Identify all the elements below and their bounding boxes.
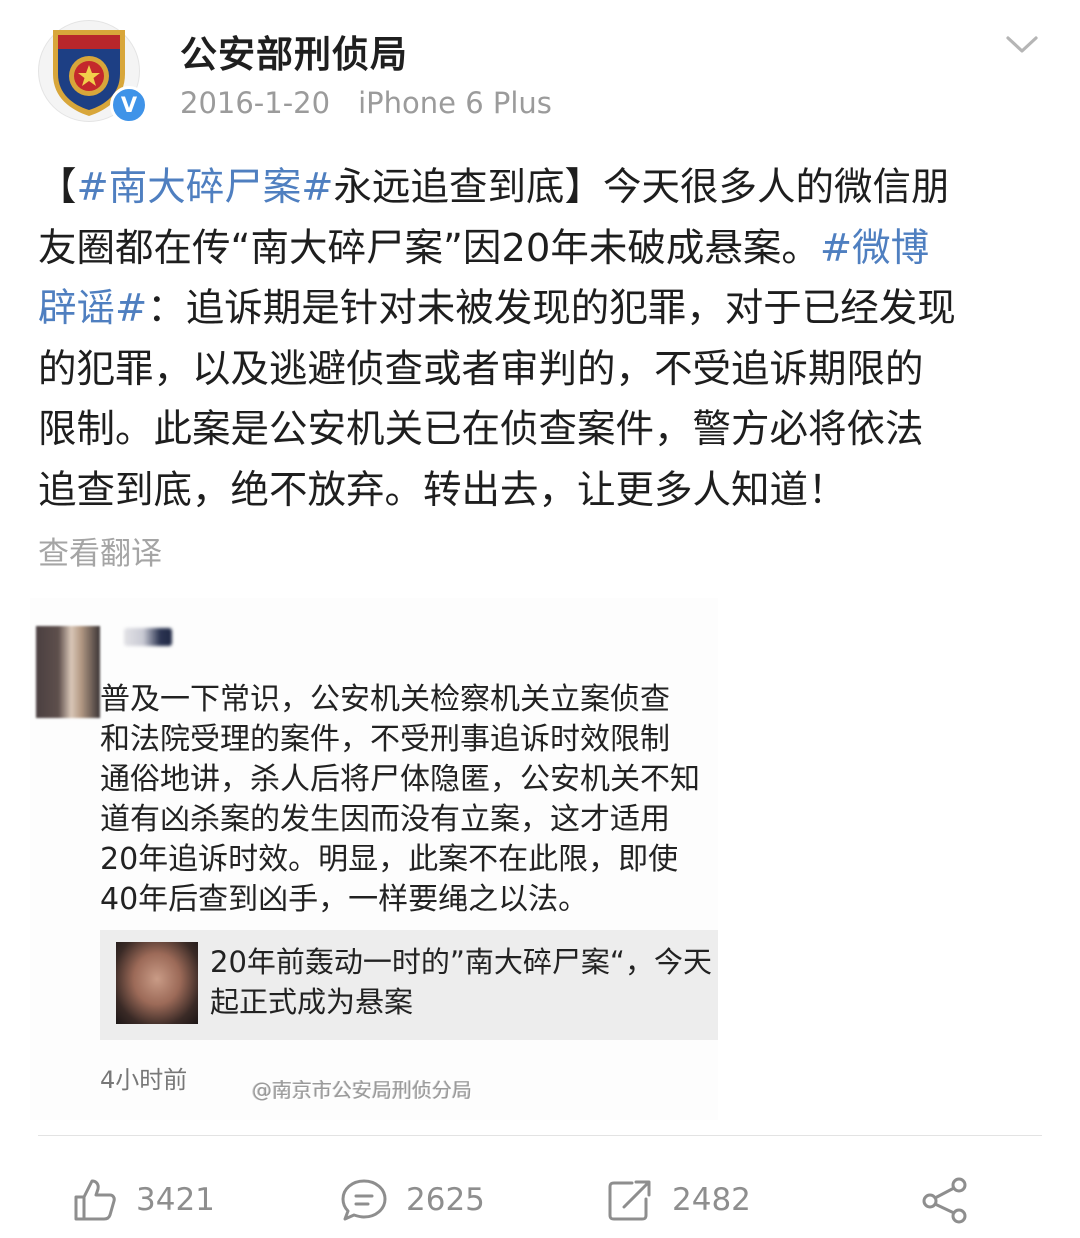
post-text-segment: 追查到底，绝不放弃。转出去，让更多人知道！ (38, 467, 847, 513)
post-source: iPhone 6 Plus (358, 86, 552, 120)
hashtag-link[interactable]: #南大碎尸案# (77, 165, 334, 210)
post-text-segment: ：追诉期是针对未被发现的犯罪，对于已经发现 (147, 286, 956, 331)
post-meta: 2016-1-20 iPhone 6 Plus (180, 86, 552, 120)
post-line: 追查到底，绝不放弃。转出去，让更多人知道！ (38, 461, 1048, 522)
quoted-post-line: 起正式成为悬案 (210, 985, 414, 1019)
post-image[interactable]: 普及一下常识，公安机关检察机关立案侦查 和法院受理的案件，不受刑事追诉时效限制 通俗… (30, 598, 718, 1120)
like-icon (74, 1179, 116, 1221)
comment-count: 2625 (406, 1182, 485, 1218)
post-text-segment: 永远追查到底】今天很多人的微信朋 (333, 165, 950, 210)
share-icon (922, 1177, 967, 1224)
repost-count: 2482 (672, 1182, 751, 1218)
post-line: 限制。此案是公安机关已在侦查案件，警方必将依法 (38, 400, 1048, 461)
quoted-post-thumbnail (116, 942, 198, 1024)
translate-link[interactable]: 查看翻译 (38, 528, 162, 573)
post-text-segment: 【 (38, 165, 77, 210)
chevron-down-icon[interactable] (1004, 30, 1040, 58)
verified-icon: V (110, 86, 148, 124)
comment-button[interactable]: 2625 (340, 1170, 485, 1230)
post-text-segment: 限制。此案是公安机关已在侦查案件，警方必将依法 (38, 407, 924, 452)
image-comment-line: 40年后查到凶手，一样要绳之以法。 (100, 882, 589, 917)
hashtag-link[interactable]: 辟谣# (38, 286, 147, 331)
post-line: 【#南大碎尸案#永远追查到底】今天很多人的微信朋 (38, 158, 1048, 219)
post-date: 2016-1-20 (180, 86, 331, 120)
post-text-segment: 的犯罪，以及逃避侦查或者审判的，不受追诉期限的 (38, 346, 924, 392)
repost-button[interactable]: 2482 (606, 1170, 751, 1230)
image-comment-line: 普及一下常识，公安机关检察机关立案侦查 (100, 682, 670, 717)
image-timestamp: 4小时前 (100, 1066, 188, 1094)
post-line: 友圈都在传“南大碎尸案”因20年未破成悬案。#微博 (38, 219, 1048, 280)
account-name[interactable]: 公安部刑侦局 (180, 24, 408, 78)
image-watermark: @南京市公安局刑侦分局 (252, 1078, 472, 1102)
like-count: 3421 (136, 1182, 215, 1218)
image-comment-line: 和法院受理的案件，不受刑事追诉时效限制 (100, 722, 670, 757)
like-button[interactable]: 3421 (72, 1170, 215, 1230)
blurred-avatar (36, 626, 100, 718)
post-line: 的犯罪，以及逃避侦查或者审判的，不受追诉期限的 (38, 340, 1048, 401)
image-comment-text: 普及一下常识，公安机关检察机关立案侦查 和法院受理的案件，不受刑事追诉时效限制 通俗… (100, 680, 718, 920)
hashtag-link[interactable]: #微博 (820, 226, 929, 271)
share-button[interactable] (920, 1170, 970, 1230)
divider (38, 1135, 1042, 1136)
quoted-post-line: 20年前轰动一时的”南大碎尸案“，今天 (210, 945, 712, 979)
quoted-post-text: 20年前轰动一时的”南大碎尸案“，今天 起正式成为悬案 (210, 942, 718, 1022)
post-text-segment: 友圈都在传“南大碎尸案”因20年未破成悬案。 (38, 225, 820, 271)
post-text: 【#南大碎尸案#永远追查到底】今天很多人的微信朋 友圈都在传“南大碎尸案”因20年… (38, 158, 1048, 521)
image-comment-line: 通俗地讲，杀人后将尸体隐匿，公安机关不知 (100, 762, 700, 797)
blurred-username (124, 628, 172, 646)
image-comment-line: 20年追诉时效。明显，此案不在此限，即使 (100, 842, 679, 877)
quoted-post-card: 20年前轰动一时的”南大碎尸案“，今天 起正式成为悬案 (100, 930, 718, 1040)
image-comment-line: 道有凶杀案的发生因而没有立案，这才适用 (100, 802, 670, 837)
comment-icon (341, 1179, 387, 1221)
repost-icon (608, 1180, 651, 1221)
post-line: 辟谣#：追诉期是针对未被发现的犯罪，对于已经发现 (38, 279, 1048, 340)
